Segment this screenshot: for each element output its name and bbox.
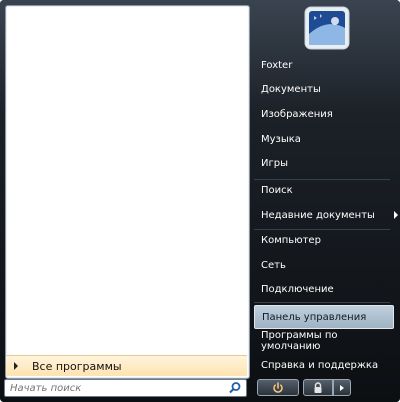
- user-folder-label: Foxter: [261, 59, 293, 71]
- network-label: Сеть: [261, 259, 286, 271]
- separator: [254, 302, 390, 303]
- games-label: Игры: [261, 157, 288, 169]
- search-link-label: Поиск: [261, 184, 293, 196]
- connect-to-link[interactable]: Подключение: [254, 277, 394, 301]
- search-input[interactable]: [5, 380, 225, 396]
- network-link[interactable]: Сеть: [254, 253, 394, 277]
- computer-link[interactable]: Компьютер: [254, 228, 394, 252]
- help-and-support-link[interactable]: Справка и поддержка: [254, 353, 394, 377]
- power-icon: [273, 381, 283, 393]
- search-icon[interactable]: [227, 380, 243, 396]
- search-box[interactable]: [4, 379, 247, 397]
- all-programs-label: Все программы: [32, 359, 122, 373]
- power-button[interactable]: [257, 379, 299, 396]
- computer-label: Компьютер: [261, 234, 321, 246]
- chevron-right-icon: [14, 362, 18, 370]
- help-and-support-label: Справка и поддержка: [261, 359, 379, 371]
- music-link[interactable]: Музыка: [254, 127, 394, 151]
- pictures-label: Изображения: [261, 108, 333, 120]
- chevron-right-icon: [394, 211, 398, 219]
- lock-icon: [314, 381, 322, 393]
- user-picture-icon[interactable]: [300, 4, 354, 52]
- pictures-link[interactable]: Изображения: [254, 102, 394, 126]
- documents-label: Документы: [261, 83, 321, 95]
- recent-documents-link[interactable]: Недавние документы: [254, 203, 398, 227]
- connect-to-label: Подключение: [261, 283, 334, 295]
- search-link[interactable]: Поиск: [254, 178, 394, 202]
- lock-button[interactable]: [303, 379, 333, 396]
- control-panel-link[interactable]: Панель управления: [254, 305, 394, 329]
- games-link[interactable]: Игры: [254, 151, 394, 175]
- music-label: Музыка: [261, 133, 301, 145]
- documents-link[interactable]: Документы: [254, 77, 394, 101]
- chevron-right-icon: [340, 384, 344, 391]
- control-panel-label: Панель управления: [262, 311, 367, 323]
- pinned-programs-pane: [5, 5, 250, 379]
- start-menu: Все программы Foxter Документы Изображен…: [0, 0, 400, 402]
- user-folder-link[interactable]: Foxter: [254, 53, 394, 77]
- default-programs-link[interactable]: Программы по умолчанию: [254, 329, 394, 353]
- shutdown-options-button[interactable]: [333, 379, 351, 396]
- recent-documents-label: Недавние документы: [261, 209, 375, 221]
- default-programs-label: Программы по умолчанию: [261, 330, 338, 352]
- all-programs-button[interactable]: Все программы: [6, 355, 247, 376]
